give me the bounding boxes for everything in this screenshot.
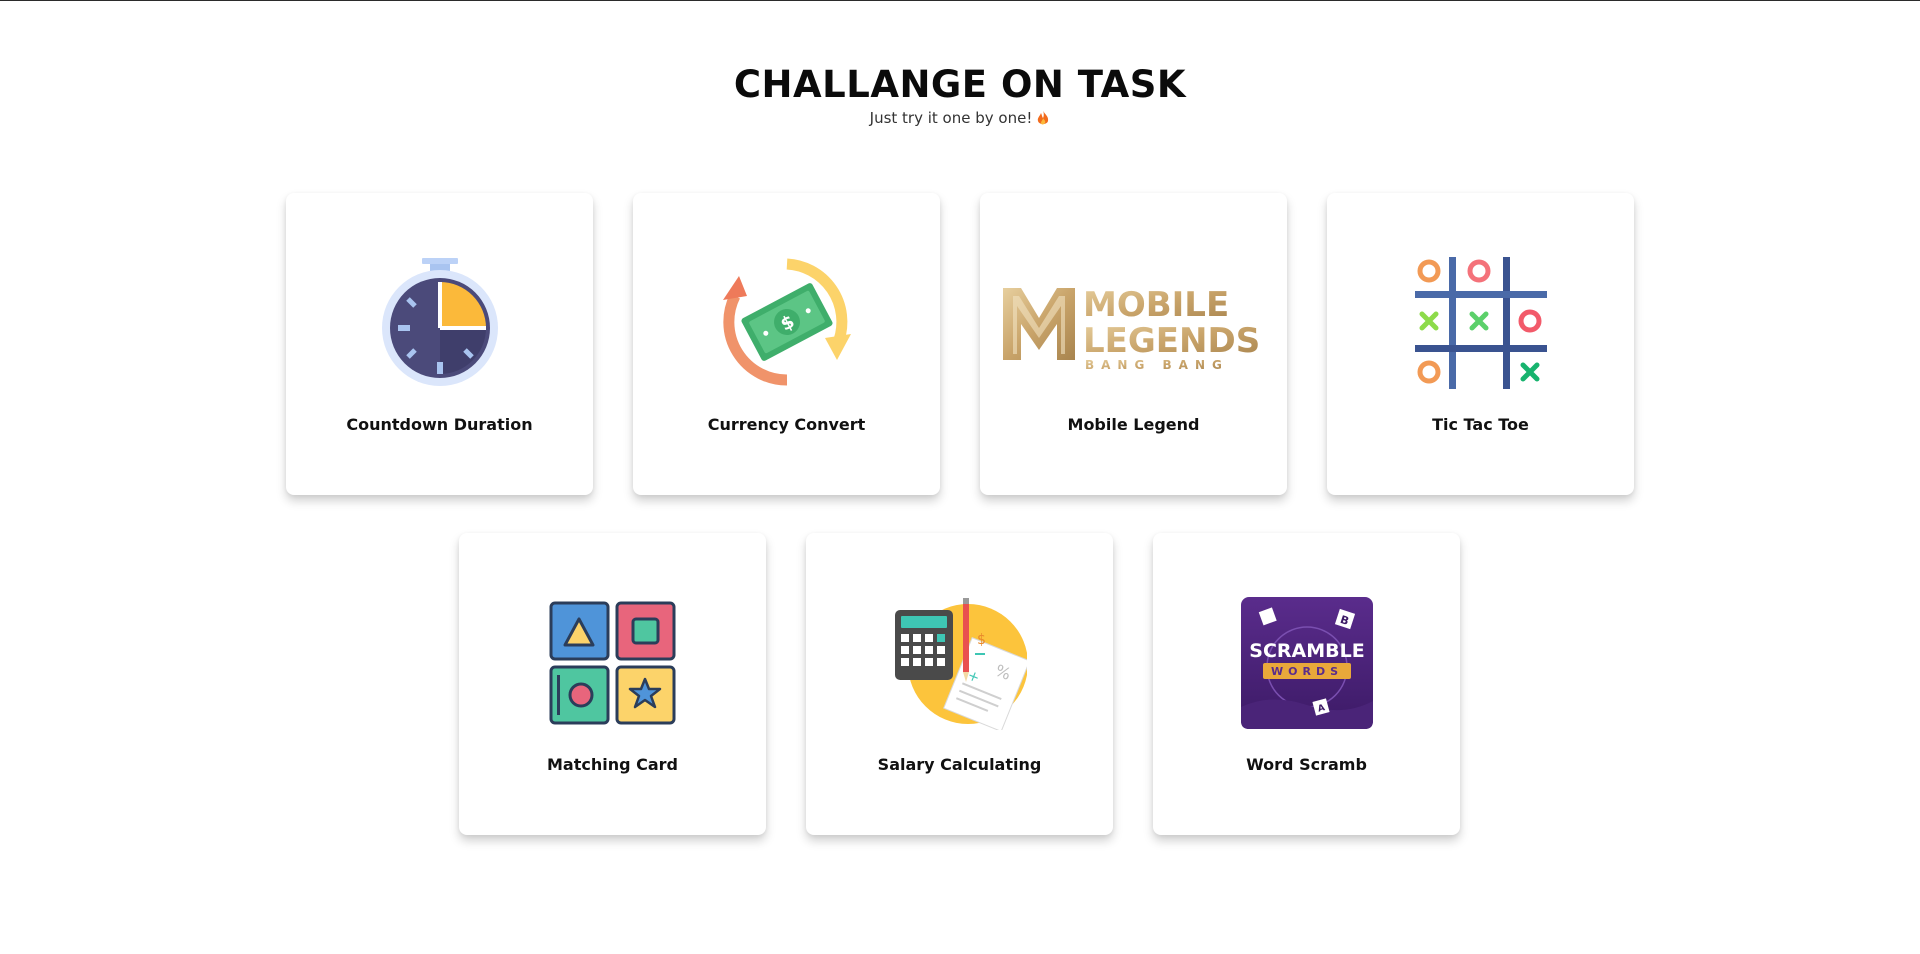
- card-mobile-legend[interactable]: MOBILE LEGENDS BANG BANG Mobile Legend: [980, 193, 1287, 495]
- scramble-words-icon: B A SCRAMBLE WORDS: [1237, 593, 1377, 733]
- mobile-legends-logo: MOBILE LEGENDS BANG BANG: [999, 253, 1269, 393]
- calculator-icon: % + $: [890, 593, 1030, 733]
- page-subtitle: Just try it one by one!: [0, 108, 1920, 131]
- card-label: Currency Convert: [707, 415, 866, 434]
- svg-text:$: $: [977, 632, 986, 648]
- logo-word-words: WORDS: [1270, 665, 1342, 678]
- card-label: Salary Calculating: [877, 755, 1042, 774]
- stopwatch-icon: [370, 253, 510, 393]
- top-border: [0, 0, 1920, 1]
- card-label: Word Scramb: [1246, 755, 1367, 774]
- page-title: CHALLANGE ON TASK: [733, 63, 1187, 106]
- subtitle-text: Just try it one by one!: [869, 109, 1033, 127]
- card-word-scramb[interactable]: B A SCRAMBLE WORDS Word Scramb: [1153, 533, 1460, 835]
- card-label: Mobile Legend: [1067, 415, 1200, 434]
- card-tic-tac-toe[interactable]: Tic Tac Toe: [1327, 193, 1634, 495]
- page-header: CHALLANGE ON TASK Just try it one by one…: [0, 60, 1920, 131]
- flame-icon: [1036, 110, 1050, 131]
- currency-exchange-icon: $: [717, 253, 857, 393]
- logo-word-legends: LEGENDS: [1083, 321, 1260, 361]
- card-matching-card[interactable]: Matching Card: [459, 533, 766, 835]
- card-countdown-duration[interactable]: Countdown Duration: [286, 193, 593, 495]
- card-currency-convert[interactable]: $ Currency Convert: [633, 193, 940, 495]
- card-label: Matching Card: [546, 755, 679, 774]
- logo-word-bangbang: BANG BANG: [1085, 358, 1229, 371]
- card-label: Tic Tac Toe: [1432, 415, 1529, 434]
- tic-tac-toe-icon: [1411, 253, 1551, 393]
- card-label: Countdown Duration: [346, 415, 533, 434]
- logo-word-scramble: SCRAMBLE: [1249, 640, 1364, 662]
- shape-cards-icon: [543, 593, 683, 733]
- card-salary-calculating[interactable]: % + $ Salary Calculating: [806, 533, 1113, 835]
- logo-word-mobile: MOBILE: [1083, 285, 1229, 325]
